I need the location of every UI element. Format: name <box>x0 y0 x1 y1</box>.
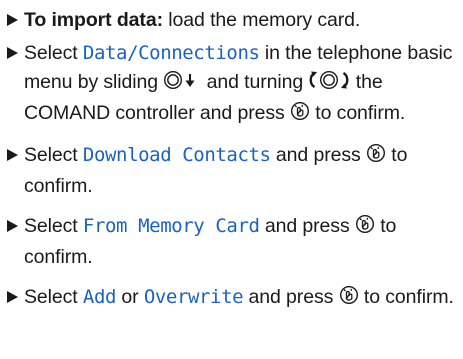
step-text: Select Add or Overwrite and press to con… <box>24 283 457 314</box>
step-select-add-or-overwrite: Select Add or Overwrite and press to con… <box>7 283 457 314</box>
triangle-bullet-icon <box>7 141 24 170</box>
step-select-data-connections: Select Data/Connections in the telephone… <box>7 39 457 130</box>
triangle-bullet-icon <box>7 39 24 68</box>
triangle-bullet-icon <box>7 212 24 241</box>
text-fragment: Select <box>24 42 83 64</box>
controller-press-icon <box>290 101 310 130</box>
text-fragment: or <box>116 286 144 308</box>
controller-press-icon <box>355 214 375 243</box>
instruction-document: To import data: load the memory card. Se… <box>0 0 463 359</box>
text-fragment: and press <box>243 286 339 308</box>
text-fragment: and turning <box>201 71 309 93</box>
step-select-download-contacts: Select Download Contacts and press to co… <box>7 141 457 201</box>
controller-slide-down-icon <box>163 70 201 99</box>
menu-item-overwrite: Overwrite <box>143 286 244 308</box>
triangle-bullet-icon <box>7 283 24 312</box>
menu-item-data-connections: Data/Connections <box>82 42 260 64</box>
text-fragment: to confirm. <box>358 286 454 308</box>
step-import-data: To import data: load the memory card. <box>7 6 457 35</box>
controller-turn-icon <box>308 70 350 99</box>
step-text: Select Data/Connections in the telephone… <box>24 39 457 130</box>
menu-item-add: Add <box>82 286 117 308</box>
step-rest: load the memory card. <box>162 9 361 31</box>
text-fragment: to confirm. <box>309 102 406 124</box>
text-fragment: Select <box>24 286 83 308</box>
text-fragment: Select <box>24 144 83 166</box>
step-text: To import data: load the memory card. <box>24 6 457 35</box>
controller-press-icon <box>366 143 386 172</box>
menu-item-download-contacts: Download Contacts <box>82 144 271 166</box>
menu-item-from-memory-card: From Memory Card <box>82 215 260 237</box>
controller-press-icon <box>339 285 359 314</box>
step-lead: To import data: <box>24 9 163 31</box>
text-fragment: and press <box>270 144 366 166</box>
triangle-bullet-icon <box>7 6 24 35</box>
step-select-from-memory-card: Select From Memory Card and press to con… <box>7 212 457 272</box>
step-text: Select Download Contacts and press to co… <box>24 141 457 201</box>
text-fragment: and press <box>259 215 355 237</box>
text-fragment: Select <box>24 215 83 237</box>
step-text: Select From Memory Card and press to con… <box>24 212 457 272</box>
